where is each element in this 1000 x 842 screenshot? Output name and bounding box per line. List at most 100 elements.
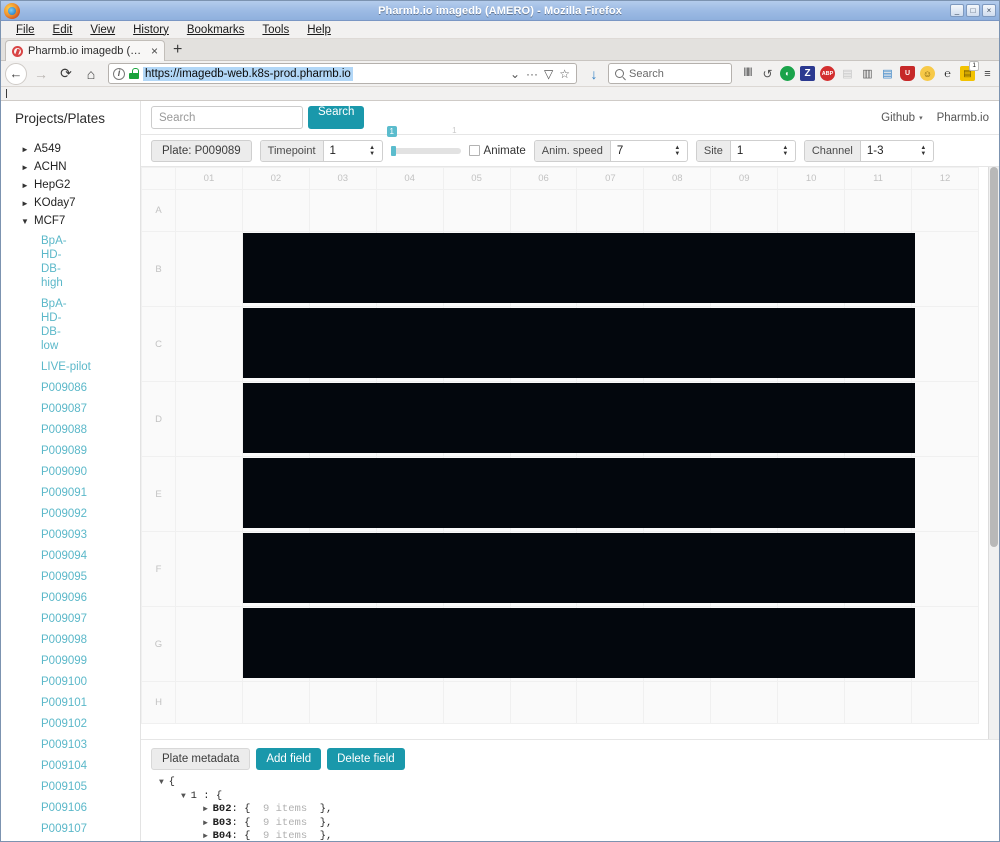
well-image-F03[interactable] [309,532,380,603]
sidebar-plate-p009101[interactable]: P009101 [1,692,140,713]
well-D09[interactable] [710,381,782,457]
well-image-C11[interactable] [845,307,916,378]
well-F11[interactable] [844,531,916,607]
well-H10[interactable] [777,681,846,724]
well-image-B05[interactable] [443,232,514,303]
well-image-D07[interactable] [577,382,648,453]
well-image-C08[interactable] [644,307,715,378]
well-image-B08[interactable] [644,232,715,303]
well-D02[interactable] [241,381,313,457]
well-image-B09[interactable] [711,232,782,303]
url-text[interactable]: https://imagedb-web.k8s-prod.pharmb.io [143,66,353,81]
search-input[interactable]: Search [151,106,303,129]
sidebar-project-hepg2[interactable]: ► HepG2 [1,176,140,194]
well-image-F10[interactable] [778,532,849,603]
well-H01[interactable] [175,681,243,724]
menu-help[interactable]: Help [298,23,340,37]
sidebar-plate-p009095[interactable]: P009095 [1,566,140,587]
well-F05[interactable] [442,531,514,607]
browser-tab[interactable]: Pharmb.io imagedb (AMERO) × [5,40,166,61]
well-G07[interactable] [576,606,648,682]
page-icon[interactable]: ▤ [840,66,855,81]
menu-view[interactable]: View [81,23,124,37]
well-G03[interactable] [308,606,380,682]
well-image-F02[interactable] [242,532,313,603]
well-D06[interactable] [509,381,581,457]
well-image-B04[interactable] [376,232,447,303]
well-D03[interactable] [308,381,380,457]
well-F12[interactable] [910,531,980,607]
well-D01[interactable] [175,381,243,457]
well-image-F04[interactable] [376,532,447,603]
anim-speed-value[interactable]: 7 [611,141,671,161]
delete-field-button[interactable]: Delete field [327,748,405,770]
well-G12[interactable] [910,606,980,682]
back-button-icon[interactable]: ← [5,62,27,85]
maximize-icon[interactable]: □ [966,4,980,17]
chevron-right-icon[interactable]: ► [203,817,213,831]
sidebar-project-achn[interactable]: ► ACHN [1,158,140,176]
well-image-C02[interactable] [242,307,313,378]
well-image-C10[interactable] [778,307,849,378]
well-image-G06[interactable] [510,607,581,678]
well-F07[interactable] [576,531,648,607]
stepper-down-icon[interactable]: ▼ [369,151,375,157]
well-G02[interactable] [241,606,313,682]
well-A01[interactable] [175,189,243,232]
notes-badge-icon[interactable]: ▤ 1 [960,61,979,81]
menu-file[interactable]: File [7,23,44,37]
timepoint-selector[interactable]: Timepoint 1 ▲ ▼ [259,139,383,162]
zotero-icon[interactable]: Z [800,66,815,81]
document-blue-icon[interactable]: ▤ [880,66,895,81]
well-A07[interactable] [576,189,645,232]
well-G08[interactable] [643,606,715,682]
well-A06[interactable] [509,189,578,232]
sidebar-plate-p009104[interactable]: P009104 [1,755,140,776]
well-G05[interactable] [442,606,514,682]
sidebar-plate-p009091[interactable]: P009091 [1,482,140,503]
sidebar-plate-p009090[interactable]: P009090 [1,461,140,482]
well-F06[interactable] [509,531,581,607]
well-F04[interactable] [375,531,447,607]
sidebar-plate-p009092[interactable]: P009092 [1,503,140,524]
pharmbio-link[interactable]: Pharmb.io [937,112,989,124]
url-bar[interactable]: i https://imagedb-web.k8s-prod.pharmb.io… [108,63,577,84]
well-C11[interactable] [844,306,916,382]
well-H07[interactable] [576,681,645,724]
sidebar-plate-p009086[interactable]: P009086 [1,377,140,398]
well-image-E11[interactable] [845,457,916,528]
new-tab-button[interactable]: + [165,40,190,60]
well-F09[interactable] [710,531,782,607]
sidebar-plate-p009093[interactable]: P009093 [1,524,140,545]
sidebar-plate-p009099[interactable]: P009099 [1,650,140,671]
well-D07[interactable] [576,381,648,457]
well-image-D06[interactable] [510,382,581,453]
well-image-E07[interactable] [577,457,648,528]
tab-close-icon[interactable]: × [151,45,158,57]
well-C09[interactable] [710,306,782,382]
sidebar-plate-p009106[interactable]: P009106 [1,797,140,818]
sidebar-plate-p009107[interactable]: P009107 [1,818,140,839]
well-D05[interactable] [442,381,514,457]
json-tree-row[interactable]: ► B02: { 9 items }, [151,803,989,817]
well-G11[interactable] [844,606,916,682]
home-button-icon[interactable]: ⌂ [80,63,102,85]
search-button[interactable]: Search [308,106,365,129]
window-controls[interactable]: _ □ × [950,4,999,17]
well-image-B02[interactable] [242,232,313,303]
download-icon[interactable]: ↓ [583,63,605,85]
menu-tools[interactable]: Tools [253,23,298,37]
well-D10[interactable] [777,381,849,457]
plate-grid-area[interactable]: 01 02 03 04 05 06 07 08 09 10 11 12 ABCDEFGH [141,167,999,739]
well-D08[interactable] [643,381,715,457]
browser-search-box[interactable]: Search [608,63,732,84]
well-image-G02[interactable] [242,607,313,678]
history-restore-icon[interactable]: ↺ [760,66,775,81]
stepper-down-icon[interactable]: ▼ [920,151,926,157]
sidebar-project-mcf7[interactable]: ▼ MCF7 [1,212,140,230]
timepoint-value[interactable]: 1 [324,141,366,161]
well-B08[interactable] [643,231,715,307]
well-A03[interactable] [308,189,377,232]
sidebar-project-a549[interactable]: ► A549 [1,140,140,158]
well-A12[interactable] [910,189,980,232]
